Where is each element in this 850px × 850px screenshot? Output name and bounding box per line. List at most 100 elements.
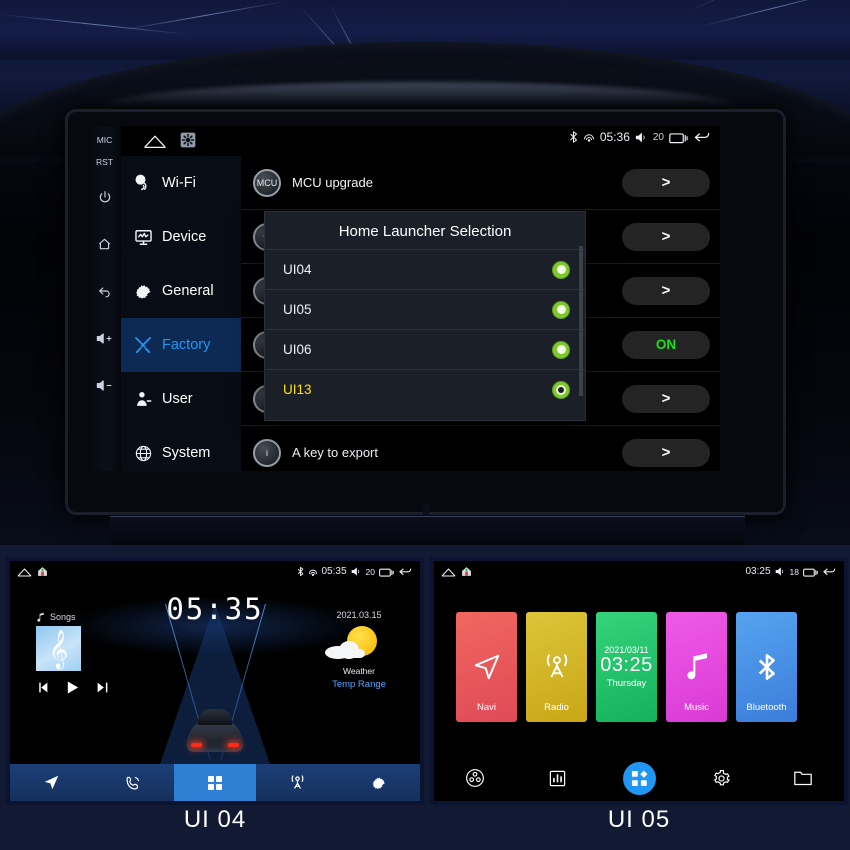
settings-row-mcu-upgrade[interactable]: MCU MCU upgrade > bbox=[241, 156, 720, 210]
sidebar-item-wifi[interactable]: Wi-Fi bbox=[121, 156, 241, 210]
next-icon[interactable] bbox=[96, 681, 109, 694]
volume-down-button[interactable] bbox=[88, 362, 121, 408]
weather-temp-range: Temp Range bbox=[332, 679, 386, 690]
nav-video[interactable] bbox=[434, 768, 516, 788]
music-widget-title: Songs bbox=[36, 612, 141, 622]
app-icon[interactable] bbox=[461, 566, 472, 577]
radio-button[interactable] bbox=[553, 341, 569, 358]
back-button[interactable] bbox=[88, 268, 121, 314]
home-icon[interactable] bbox=[17, 567, 32, 577]
nav-navigation[interactable] bbox=[10, 764, 92, 801]
volume-up-button[interactable] bbox=[88, 315, 121, 361]
play-icon[interactable] bbox=[65, 680, 80, 695]
bluetooth-icon bbox=[569, 130, 578, 144]
gear-icon bbox=[133, 282, 153, 301]
nav-phone[interactable] bbox=[92, 764, 174, 801]
mic-label: MIC bbox=[96, 135, 113, 145]
music-widget[interactable]: Songs 𝄞 bbox=[36, 612, 141, 695]
sidebar-item-factory[interactable]: Factory bbox=[121, 318, 241, 372]
tile-radio[interactable]: Radio bbox=[526, 612, 587, 722]
nav-settings[interactable] bbox=[338, 764, 420, 801]
ui05-nav-bar[interactable] bbox=[434, 755, 844, 801]
radio-button-selected[interactable] bbox=[553, 381, 569, 398]
sidebar-item-label: Wi-Fi bbox=[162, 175, 196, 191]
radio-button[interactable] bbox=[553, 261, 569, 278]
settings-row-label: A key to export bbox=[292, 445, 378, 460]
dialog-scrollbar[interactable] bbox=[579, 246, 583, 396]
music-controls[interactable] bbox=[36, 680, 141, 695]
tile-label: Music bbox=[684, 702, 709, 713]
mcu-icon: MCU bbox=[253, 168, 281, 197]
back-icon[interactable] bbox=[693, 130, 712, 144]
back-icon[interactable] bbox=[398, 566, 413, 577]
sidebar-item-label: Device bbox=[162, 229, 207, 245]
dialog-option-ui06[interactable]: UI06 bbox=[265, 329, 585, 369]
ui04-home-content: 05:35 Songs 𝄞 2021.03.15 Weather Temp Ra… bbox=[10, 582, 420, 764]
settings-icon[interactable] bbox=[180, 132, 196, 148]
dialog-title: Home Launcher Selection bbox=[338, 223, 512, 240]
nav-apps[interactable] bbox=[598, 761, 680, 795]
taillight-left bbox=[191, 743, 202, 747]
chevron-right-icon[interactable]: > bbox=[622, 168, 710, 197]
volume-level: 20 bbox=[365, 566, 375, 577]
dialog-option-ui05[interactable]: UI05 bbox=[265, 289, 585, 329]
nav-settings[interactable] bbox=[680, 769, 762, 788]
prev-icon[interactable] bbox=[36, 681, 49, 694]
settings-row-a-key-to-export[interactable]: i A key to export > bbox=[241, 426, 720, 471]
nav-files[interactable] bbox=[762, 769, 844, 787]
dialog-option-label: UI05 bbox=[283, 302, 312, 317]
tile-grid[interactable]: Navi Radio 2021/03/11 03:25 Thursday Mus… bbox=[456, 612, 797, 722]
sidebar-item-user[interactable]: User bbox=[121, 372, 241, 426]
tile-navi[interactable]: Navi bbox=[456, 612, 517, 722]
back-icon[interactable] bbox=[822, 566, 837, 577]
recents-icon[interactable] bbox=[379, 567, 394, 577]
dialog-option-ui04[interactable]: UI04 bbox=[265, 249, 585, 289]
weather-widget[interactable]: 2021.03.15 Weather Temp Range bbox=[316, 610, 402, 690]
info-icon: i bbox=[253, 438, 281, 467]
chevron-right-icon[interactable]: > bbox=[622, 222, 710, 251]
nav-apps[interactable] bbox=[174, 764, 256, 801]
volume-icon bbox=[351, 567, 362, 576]
music-note-icon bbox=[683, 652, 711, 682]
sidebar-item-system[interactable]: System bbox=[121, 426, 241, 471]
head-unit-screen[interactable]: MIC RST 05:36 20 Wi-Fi Device General Fa… bbox=[88, 126, 720, 471]
sidebar-item-general[interactable]: General bbox=[121, 264, 241, 318]
status-time: 03:25 bbox=[745, 566, 771, 577]
ui05-status-bar: 03:25 18 bbox=[434, 561, 844, 582]
nav-equalizer[interactable] bbox=[516, 769, 598, 788]
power-button[interactable] bbox=[88, 174, 121, 220]
ui04-nav-bar[interactable] bbox=[10, 764, 420, 801]
chevron-right-icon[interactable]: > bbox=[622, 276, 710, 305]
home-button[interactable] bbox=[88, 221, 121, 267]
chevron-right-icon[interactable]: > bbox=[622, 384, 710, 413]
volume-level: 18 bbox=[789, 566, 799, 577]
tile-music[interactable]: Music bbox=[666, 612, 727, 722]
app-icon[interactable] bbox=[37, 566, 48, 577]
settings-row-label: MCU upgrade bbox=[292, 175, 373, 190]
recents-icon[interactable] bbox=[669, 131, 688, 144]
tile-clock-time: 03:25 bbox=[600, 654, 653, 676]
usb-error-toggle[interactable]: ON bbox=[622, 330, 710, 359]
tile-clock[interactable]: 2021/03/11 03:25 Thursday bbox=[596, 612, 657, 722]
home-launcher-selection-dialog[interactable]: Home Launcher Selection UI04 UI05 UI06 U… bbox=[265, 212, 585, 420]
wifi-icon bbox=[308, 567, 318, 577]
wifi-icon bbox=[133, 173, 153, 193]
tile-bluetooth[interactable]: Bluetooth bbox=[736, 612, 797, 722]
taillight-right bbox=[228, 743, 239, 747]
nav-radio[interactable] bbox=[256, 764, 338, 801]
chevron-right-icon[interactable]: > bbox=[622, 438, 710, 467]
sidebar-item-label: Factory bbox=[162, 337, 211, 353]
sidebar-item-label: System bbox=[162, 445, 211, 461]
settings-sidebar[interactable]: Wi-Fi Device General Factory User System bbox=[121, 156, 241, 471]
wifi-icon bbox=[583, 131, 595, 143]
home-icon[interactable] bbox=[143, 133, 167, 149]
dialog-option-ui13[interactable]: UI13 bbox=[265, 369, 585, 409]
radio-button[interactable] bbox=[553, 301, 569, 318]
ui05-screen[interactable]: 03:25 18 Navi Radio 2021/03/11 03:25 Thu… bbox=[434, 561, 844, 801]
home-icon[interactable] bbox=[441, 567, 456, 577]
recents-icon[interactable] bbox=[803, 567, 818, 577]
hardware-button-column[interactable]: MIC RST bbox=[88, 126, 121, 471]
sidebar-item-device[interactable]: Device bbox=[121, 210, 241, 264]
ui04-screen[interactable]: 05:35 20 05:35 Songs 𝄞 2021.03.15 Weathe… bbox=[10, 561, 420, 801]
reset-label[interactable]: RST bbox=[88, 151, 121, 173]
